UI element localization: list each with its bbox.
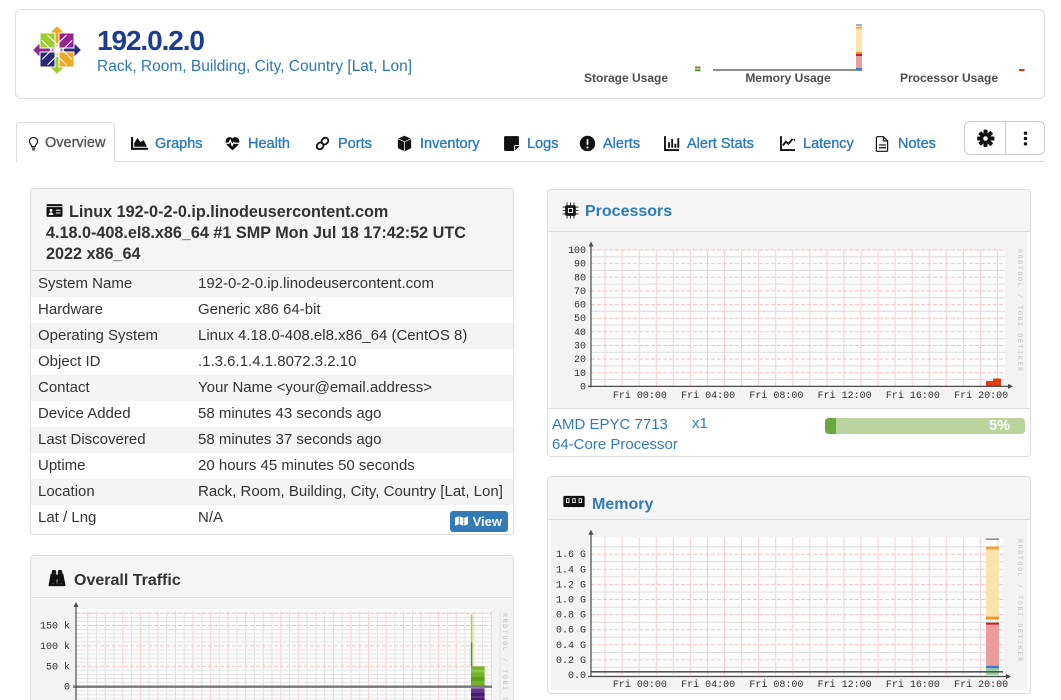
svg-text:0.4 G: 0.4 G (556, 641, 586, 652)
svg-text:Fri 04:00: Fri 04:00 (681, 679, 735, 691)
svg-text:0: 0 (580, 382, 586, 393)
svg-text:Fri 08:00: Fri 08:00 (749, 679, 803, 691)
svg-text:60: 60 (574, 301, 586, 312)
svg-text:Fri 16:00: Fri 16:00 (886, 679, 940, 691)
svg-text:Fri 20:00: Fri 20:00 (954, 679, 1008, 691)
svg-text:100: 100 (568, 246, 586, 257)
svg-text:70: 70 (574, 287, 586, 298)
svg-text:RRDTOOL / TOBI OETIKER: RRDTOOL / TOBI OETIKER (1016, 249, 1023, 371)
svg-text:Fri 20:00: Fri 20:00 (954, 390, 1008, 402)
svg-text:1.2 G: 1.2 G (556, 580, 586, 591)
svg-text:50: 50 (574, 314, 586, 325)
svg-text:30: 30 (574, 342, 586, 353)
svg-text:10: 10 (574, 369, 586, 380)
svg-text:Fri 00:00: Fri 00:00 (613, 679, 667, 691)
svg-text:Fri 04:00: Fri 04:00 (681, 390, 735, 402)
svg-text:50 k: 50 k (46, 661, 70, 673)
svg-text:90: 90 (574, 260, 586, 271)
svg-text:150 k: 150 k (40, 621, 70, 633)
svg-text:Fri 12:00: Fri 12:00 (818, 390, 872, 402)
svg-text:40: 40 (574, 328, 586, 339)
svg-text:0.0: 0.0 (568, 671, 586, 682)
svg-text:Fri 00:00: Fri 00:00 (613, 390, 667, 402)
svg-text:20: 20 (574, 355, 586, 366)
svg-text:0.6 G: 0.6 G (556, 626, 586, 637)
svg-text:0.2 G: 0.2 G (556, 656, 586, 667)
svg-text:Fri 08:00: Fri 08:00 (749, 390, 803, 402)
svg-text:0: 0 (64, 683, 70, 694)
svg-text:0.8 G: 0.8 G (556, 611, 586, 622)
svg-text:100 k: 100 k (40, 641, 70, 653)
svg-text:80: 80 (574, 273, 586, 284)
svg-text:Fri 16:00: Fri 16:00 (886, 390, 940, 402)
svg-text:1.0 G: 1.0 G (556, 596, 586, 607)
svg-text:1.6 G: 1.6 G (556, 550, 586, 561)
svg-text:1.4 G: 1.4 G (556, 565, 586, 576)
svg-text:RRDTOOL / TOBI OETIKER: RRDTOOL / TOBI OETIKER (1016, 539, 1023, 661)
svg-text:Fri 12:00: Fri 12:00 (818, 679, 872, 691)
